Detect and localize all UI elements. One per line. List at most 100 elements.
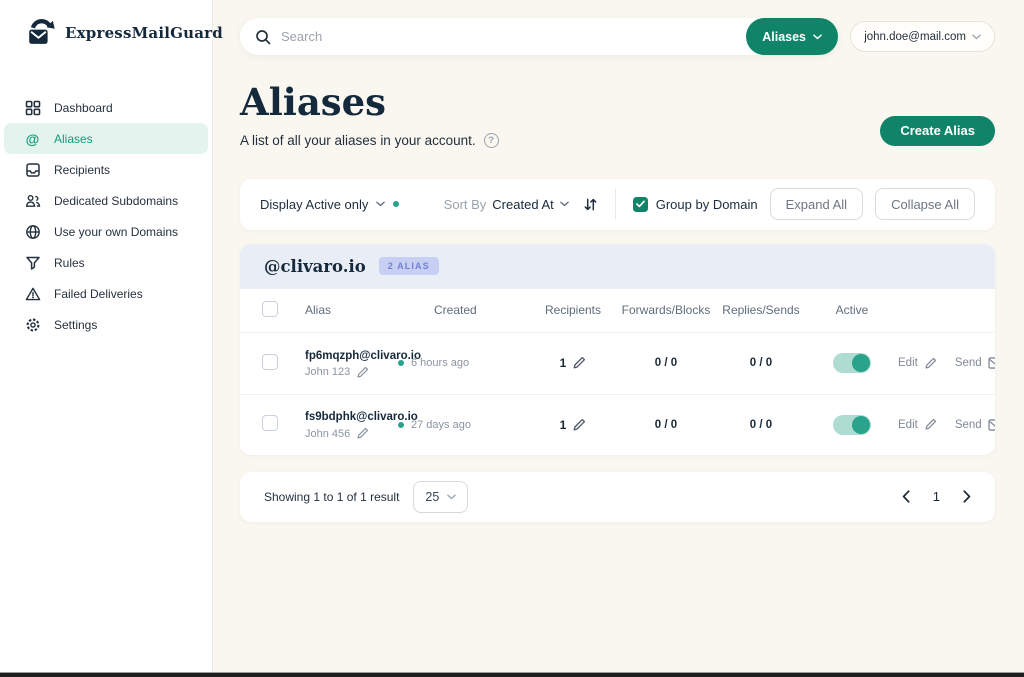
send-button[interactable]: Send xyxy=(955,419,995,431)
created-cell: 6 hours ago xyxy=(398,357,530,369)
page-header: Aliases A list of all your aliases in yo… xyxy=(240,83,995,148)
sidebar-item-rules[interactable]: Rules xyxy=(4,247,208,278)
globe-icon xyxy=(24,223,41,240)
chevron-down-icon xyxy=(376,201,385,207)
at-icon: @ xyxy=(24,130,41,147)
send-button[interactable]: Send xyxy=(955,357,995,369)
alias-description[interactable]: John 456 xyxy=(305,427,398,440)
checkbox-checked-icon xyxy=(633,197,648,212)
logo[interactable]: ExpressMailGuard xyxy=(0,0,212,48)
column-header-forwards: Forwards/Blocks xyxy=(622,303,711,317)
sidebar-item-label: Recipients xyxy=(54,163,110,177)
aliases-table: @clivaro.io 2 ALIAS Alias Created Recipi… xyxy=(240,244,995,455)
table-header-row: Alias Created Recipients Forwards/Blocks… xyxy=(240,289,995,333)
column-header-alias: Alias xyxy=(290,303,398,317)
page-subtitle: A list of all your aliases in your accou… xyxy=(240,133,476,148)
search-scope-button[interactable]: Aliases xyxy=(746,18,838,55)
pencil-icon[interactable] xyxy=(572,356,586,370)
select-all-checkbox[interactable] xyxy=(262,301,278,317)
sidebar-item-label: Rules xyxy=(54,256,85,270)
bottom-edge-bar xyxy=(0,672,1024,677)
table-row: fs9bdphk@clivaro.io John 456 27 days ago… xyxy=(240,394,995,455)
page-size-select[interactable]: 25 xyxy=(413,481,468,513)
envelope-icon xyxy=(988,357,995,369)
collapse-all-button[interactable]: Collapse All xyxy=(875,188,975,220)
active-toggle[interactable] xyxy=(833,415,871,435)
group-by-domain-checkbox[interactable]: Group by Domain xyxy=(633,197,758,212)
logo-text: ExpressMailGuard xyxy=(65,24,223,42)
current-page[interactable]: 1 xyxy=(933,489,940,504)
chevron-down-icon xyxy=(813,34,822,40)
alias-description[interactable]: John 123 xyxy=(305,366,398,379)
forwards-cell: 0 / 0 xyxy=(655,357,677,369)
search-icon xyxy=(255,29,271,45)
forwards-cell: 0 / 0 xyxy=(655,419,677,431)
pencil-icon xyxy=(924,357,937,370)
column-header-created: Created xyxy=(398,303,530,317)
user-menu[interactable]: john.doe@mail.com xyxy=(850,21,995,52)
table-row: fp6mqzph@clivaro.io John 123 6 hours ago… xyxy=(240,333,995,394)
inbox-icon xyxy=(24,161,41,178)
sidebar-item-failed-deliveries[interactable]: Failed Deliveries xyxy=(4,278,208,309)
edit-button[interactable]: Edit xyxy=(898,357,937,370)
top-bar: Aliases john.doe@mail.com xyxy=(240,18,995,55)
sidebar-nav: Dashboard @ Aliases Recipients xyxy=(0,92,212,340)
sidebar-item-settings[interactable]: Settings xyxy=(4,309,208,340)
sidebar-item-label: Dashboard xyxy=(54,101,113,115)
display-filter-dropdown[interactable]: Display Active only xyxy=(260,197,399,212)
status-dot xyxy=(398,422,404,428)
results-summary: Showing 1 to 1 of 1 result xyxy=(264,490,399,504)
domain-group-header[interactable]: @clivaro.io 2 ALIAS xyxy=(240,244,995,289)
envelope-icon xyxy=(988,419,995,431)
search-bar: Aliases xyxy=(240,18,838,55)
active-toggle[interactable] xyxy=(833,353,871,373)
sidebar-item-label: Settings xyxy=(54,318,97,332)
edit-button[interactable]: Edit xyxy=(898,418,937,431)
domain-name: @clivaro.io xyxy=(264,257,366,276)
prev-page-button[interactable] xyxy=(902,490,910,503)
replies-cell: 0 / 0 xyxy=(750,357,772,369)
sidebar-item-dedicated-subdomains[interactable]: Dedicated Subdomains xyxy=(4,185,208,216)
row-checkbox[interactable] xyxy=(262,415,278,431)
help-icon[interactable]: ? xyxy=(484,133,499,148)
pencil-icon xyxy=(356,427,369,440)
expand-all-button[interactable]: Expand All xyxy=(770,188,863,220)
search-input[interactable] xyxy=(281,29,746,44)
sidebar: ExpressMailGuard Dashboard @ Aliases xyxy=(0,0,213,672)
status-dot xyxy=(398,360,404,366)
create-alias-button[interactable]: Create Alias xyxy=(880,116,995,146)
gear-icon xyxy=(24,316,41,333)
sort-direction-icon[interactable] xyxy=(583,197,598,212)
pencil-icon xyxy=(924,418,937,431)
users-icon xyxy=(24,192,41,209)
recipients-cell: 1 xyxy=(560,356,587,370)
next-page-button[interactable] xyxy=(963,490,971,503)
chevron-down-icon xyxy=(560,201,569,207)
sidebar-item-aliases[interactable]: @ Aliases xyxy=(4,123,208,154)
column-header-replies: Replies/Sends xyxy=(722,303,799,317)
pagination-bar: Showing 1 to 1 of 1 result 25 1 xyxy=(240,472,995,522)
active-filter-dot xyxy=(393,201,399,207)
logo-icon xyxy=(24,17,58,48)
sort-dropdown[interactable]: Sort By Created At xyxy=(444,197,569,212)
sidebar-item-label: Aliases xyxy=(54,132,93,146)
sidebar-item-label: Failed Deliveries xyxy=(54,287,143,301)
sidebar-item-label: Dedicated Subdomains xyxy=(54,194,178,208)
column-header-active: Active xyxy=(836,303,869,317)
sidebar-item-dashboard[interactable]: Dashboard xyxy=(4,92,208,123)
replies-cell: 0 / 0 xyxy=(750,419,772,431)
pencil-icon xyxy=(356,366,369,379)
sidebar-item-own-domains[interactable]: Use your own Domains xyxy=(4,216,208,247)
chevron-down-icon xyxy=(972,34,981,40)
main-content: Aliases john.doe@mail.com Aliases A list… xyxy=(213,0,1024,672)
recipients-cell: 1 xyxy=(560,418,587,432)
pencil-icon[interactable] xyxy=(572,418,586,432)
divider xyxy=(615,189,616,219)
grid-icon xyxy=(24,99,41,116)
sidebar-item-label: Use your own Domains xyxy=(54,225,178,239)
row-checkbox[interactable] xyxy=(262,354,278,370)
chevron-down-icon xyxy=(447,494,456,500)
warning-icon xyxy=(24,285,41,302)
sidebar-item-recipients[interactable]: Recipients xyxy=(4,154,208,185)
funnel-icon xyxy=(24,254,41,271)
